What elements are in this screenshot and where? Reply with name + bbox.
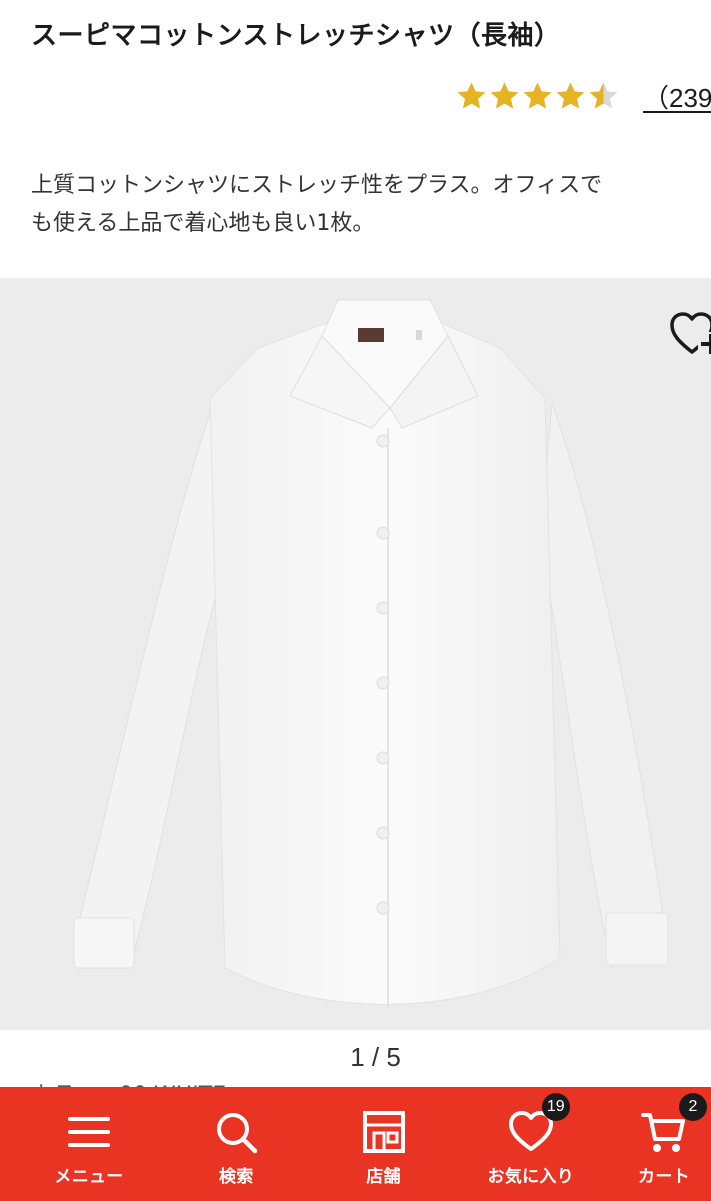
star-icon <box>457 82 486 108</box>
star-icon <box>523 82 552 108</box>
product-rating: （239 <box>456 78 711 114</box>
image-pager: 1 / 5 <box>350 1042 401 1072</box>
review-count-link[interactable]: （239 <box>643 78 711 115</box>
nav-search-button[interactable]: 検索 <box>181 1087 291 1201</box>
product-shirt-image <box>0 278 711 1030</box>
search-icon <box>217 1113 258 1154</box>
heart-plus-icon[interactable] <box>668 308 711 360</box>
nav-cart-button[interactable]: 2 カート <box>623 1087 707 1201</box>
star-icon <box>589 82 618 108</box>
favorites-count-badge: 19 <box>541 1093 570 1121</box>
description-line: も使える上品で着心地も良い1枚。 <box>31 211 375 236</box>
nav-menu-label: メニュー <box>54 1167 124 1187</box>
hamburger-icon <box>68 1117 110 1147</box>
nav-favorites-button[interactable]: 19 お気に入り <box>476 1087 586 1201</box>
nav-menu-button[interactable]: メニュー <box>34 1087 144 1201</box>
nav-search-label: 検索 <box>218 1167 254 1187</box>
nav-favorites-label: お気に入り <box>487 1167 574 1187</box>
star-icon <box>490 82 519 108</box>
cart-icon <box>641 1113 685 1152</box>
description-line: 上質コットンシャツにストレッチ性をプラス。オフィスで <box>31 173 603 198</box>
store-icon <box>362 1111 405 1153</box>
star-icon <box>556 82 585 108</box>
product-description: 上質コットンシャツにストレッチ性をプラス。オフィスで も使える上品で着心地も良い… <box>31 167 703 243</box>
bottom-navigation-bar: メニュー 検索 店舗 19 お気に入り 2 カート <box>0 1087 711 1201</box>
rating-stars <box>456 81 619 112</box>
nav-cart-label: カート <box>638 1167 690 1187</box>
nav-store-label: 店舗 <box>366 1167 401 1187</box>
nav-store-button[interactable]: 店舗 <box>329 1087 439 1201</box>
product-title: スーピマコットンストレッチシャツ（長袖） <box>31 21 561 51</box>
cart-count-badge: 2 <box>679 1093 707 1121</box>
product-image-gallery[interactable] <box>0 278 711 1030</box>
